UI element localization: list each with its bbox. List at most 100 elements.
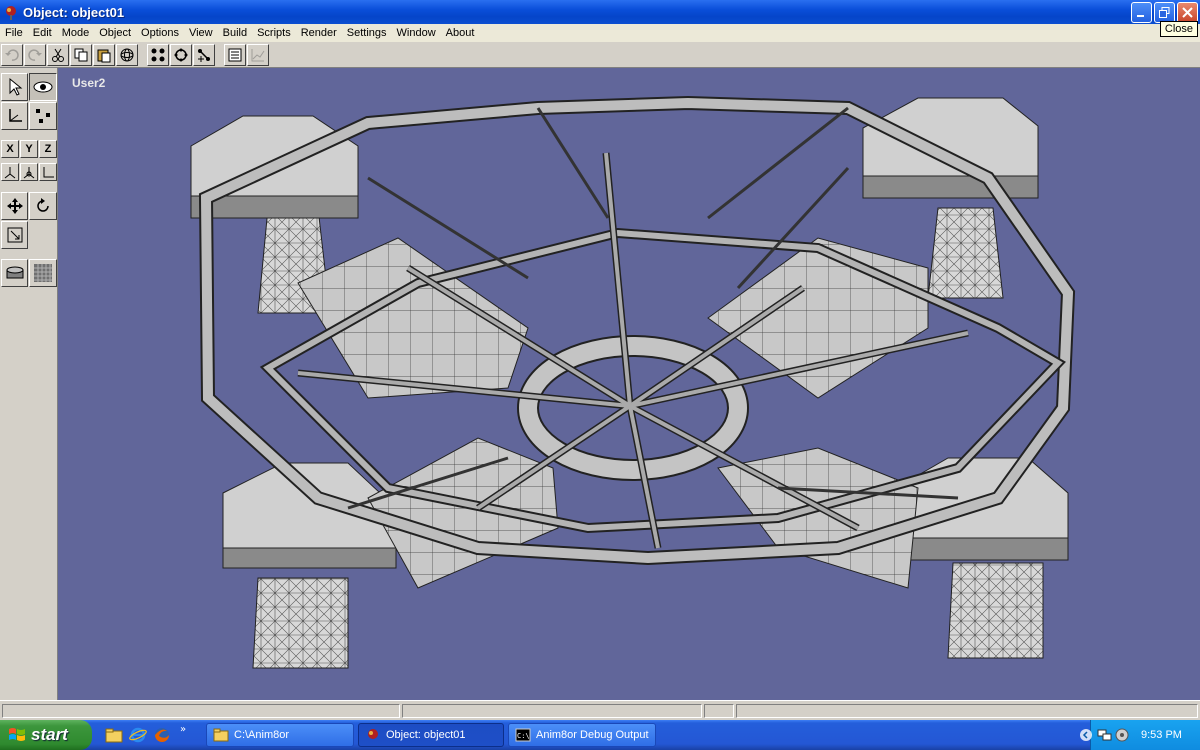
console-icon: C:\ [515,728,531,742]
screen-axes-icon [43,167,54,178]
menu-bar: File Edit Mode Object Options View Build… [0,24,1200,42]
menu-build[interactable]: Build [218,27,252,39]
system-tray: 9:53 PM [1080,720,1200,750]
title-bar: Object: object01 [0,0,1200,24]
graph-button[interactable] [247,43,269,66]
rotate-tool-button[interactable] [29,192,57,220]
task-label: C:\Anim8or [234,729,290,741]
task-debug-output[interactable]: C:\ Anim8or Debug Output [508,723,656,747]
menu-view[interactable]: View [184,27,218,39]
arrow-cursor-icon [9,77,22,96]
scale-button[interactable] [193,43,215,66]
points-icon [151,48,165,61]
anim8or-icon [368,729,378,739]
start-label: start [31,725,68,744]
task-label: Object: object01 [386,729,466,741]
redo-button[interactable] [24,43,46,66]
sphere-button[interactable] [116,43,138,66]
status-panel-4 [736,704,1198,718]
screen-axes-button[interactable] [39,163,57,181]
model-wireframe [190,95,1076,669]
quicklaunch-desktop[interactable] [104,725,124,745]
menu-file[interactable]: File [0,27,28,39]
undo-button[interactable] [1,43,23,66]
desktop-folder-icon [105,728,123,743]
anim8or-app-icon [6,6,16,20]
copy-icon [74,48,88,61]
close-icon [1182,7,1193,18]
close-tooltip: Close [1159,21,1198,37]
volume-icon[interactable] [1115,728,1129,742]
select-arrow-button[interactable] [1,73,28,101]
list-icon [228,48,242,61]
quicklaunch-overflow-icon[interactable]: » [180,724,186,735]
points-button[interactable] [147,43,169,66]
start-button[interactable]: start [0,720,92,750]
paste-icon [97,49,111,62]
cut-button[interactable] [47,43,69,66]
viewport-label: User2 [72,76,106,90]
menu-render[interactable]: Render [296,27,342,39]
vertex-tool-button[interactable] [29,102,57,130]
tool-panel: X Y Z [0,68,58,700]
minimize-icon [1137,15,1144,17]
taskbar-clock[interactable]: 9:53 PM [1141,729,1182,741]
list-button[interactable] [224,43,246,66]
axis-tool-button[interactable] [1,102,28,130]
cut-icon [52,48,64,62]
paste-button[interactable] [93,43,115,66]
folder-icon [213,728,229,742]
rotate-tool-icon [37,198,49,212]
menu-scripts[interactable]: Scripts [252,27,296,39]
tray-expand-icon[interactable] [1079,728,1093,742]
status-panel-1 [2,704,400,718]
status-panel-3 [704,704,734,718]
menu-options[interactable]: Options [136,27,184,39]
status-panel-2 [402,704,702,718]
toolbar [0,42,1200,68]
eye-icon [33,81,53,93]
solid-view-button[interactable] [1,259,28,287]
quicklaunch-ie[interactable] [128,725,148,745]
window-title: Object: object01 [23,4,125,20]
menu-window[interactable]: Window [392,27,441,39]
copy-button[interactable] [70,43,92,66]
firefox-icon [155,728,169,742]
view-eye-button[interactable] [29,73,57,101]
undo-icon [5,48,19,61]
network-icon[interactable] [1097,728,1113,742]
scale-tool-button[interactable] [1,221,28,249]
viewport-3d[interactable]: User2 [58,68,1200,700]
menu-settings[interactable]: Settings [342,27,392,39]
axis-z-button[interactable]: Z [39,140,57,158]
windows-logo-icon [9,728,25,741]
restore-icon [1159,7,1170,18]
menu-about[interactable]: About [441,27,480,39]
taskbar: start » C:\Anim8or Object: object01 C:\ … [0,720,1200,750]
axis-icon [8,109,22,122]
world-axes-button[interactable] [20,163,38,181]
internet-explorer-icon [129,727,147,743]
task-label: Anim8or Debug Output [536,729,649,741]
minimize-button[interactable] [1131,2,1152,23]
restore-button[interactable] [1154,2,1175,23]
close-button[interactable] [1177,2,1198,23]
menu-edit[interactable]: Edit [28,27,57,39]
status-bar [0,700,1200,720]
task-anim8or-folder[interactable]: C:\Anim8or [206,723,354,747]
texture-view-button[interactable] [29,259,57,287]
dots-icon [36,109,50,123]
axis-y-button[interactable]: Y [20,140,38,158]
local-axes-button[interactable] [1,163,19,181]
menu-object[interactable]: Object [94,27,136,39]
axis-x-button[interactable]: X [1,140,19,158]
move-tool-button[interactable] [1,192,28,220]
rotate-button[interactable] [170,43,192,66]
texture-pattern-icon [34,264,52,282]
task-object-window[interactable]: Object: object01 [358,723,504,747]
redo-icon [28,48,42,61]
svg-text:C:\: C:\ [517,732,530,740]
menu-mode[interactable]: Mode [57,27,95,39]
solid-shape-icon [6,266,23,279]
quicklaunch-firefox[interactable] [152,725,172,745]
